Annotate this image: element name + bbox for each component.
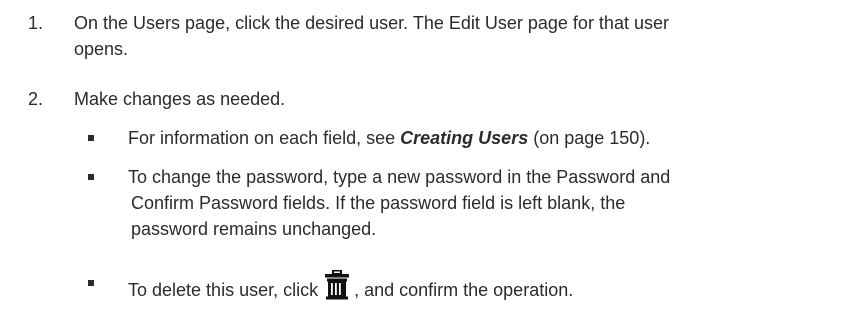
step-text-line: Make changes as needed. xyxy=(74,89,286,109)
help-document-page: 1. On the Users page, click the desired … xyxy=(0,0,864,316)
step-text-line: opens. xyxy=(74,39,129,59)
bullet-marker xyxy=(88,135,94,141)
bullet-text-segment: For information on each field, see xyxy=(128,128,401,148)
step-text: Make changes as needed. xyxy=(74,86,854,112)
creating-users-link[interactable]: Creating Users xyxy=(400,128,528,148)
bullet-text-line: Confirm Password fields. If the password… xyxy=(131,193,626,213)
bullet-text-line: To change the password, type a new passw… xyxy=(128,167,671,187)
step-number: 1. xyxy=(28,13,44,33)
bullet-text-segment: , and confirm the operation. xyxy=(354,280,574,300)
step-text: On the Users page, click the desired use… xyxy=(74,10,854,62)
bullet-text-segment: To delete this user, click xyxy=(128,280,319,300)
bullet-marker xyxy=(88,174,94,180)
bullet-text-line: password remains unchanged. xyxy=(131,219,377,239)
step-number: 2. xyxy=(28,89,44,109)
trash-icon xyxy=(324,269,350,307)
bullet-text: To change the password, type a new passw… xyxy=(128,164,848,242)
bullet-text: For information on each field, see Creat… xyxy=(128,125,848,151)
bullet-marker xyxy=(88,280,94,286)
bullet-text-segment: (on page 150). xyxy=(528,128,651,148)
bullet-text: To delete this user, click , and confirm… xyxy=(128,269,848,307)
step-text-line: On the Users page, click the desired use… xyxy=(74,13,669,33)
